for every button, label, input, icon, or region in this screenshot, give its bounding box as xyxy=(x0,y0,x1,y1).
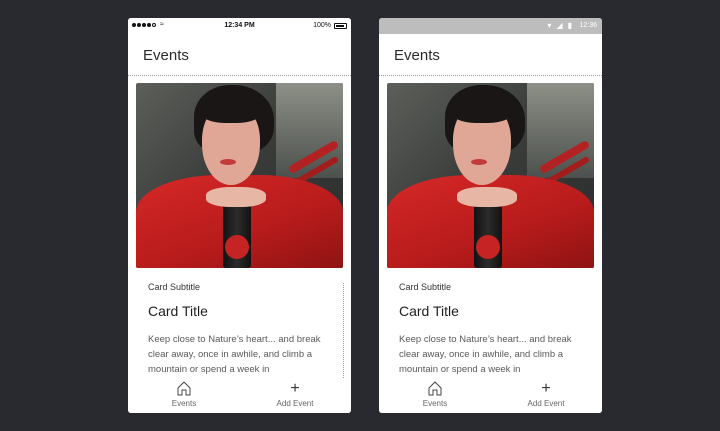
event-card[interactable]: Card Subtitle Card Title Keep close to N… xyxy=(387,83,594,381)
tab-events-label: Events xyxy=(171,399,197,408)
page-title: Events xyxy=(143,47,189,64)
home-icon xyxy=(390,380,480,398)
page-title: Events xyxy=(394,47,440,64)
app-header: Events xyxy=(128,34,351,76)
battery-percent: 100% xyxy=(313,22,331,29)
tab-events[interactable]: Events xyxy=(139,378,229,413)
tab-add-event[interactable]: + Add Event xyxy=(501,378,591,413)
status-time: 12:36 xyxy=(579,22,597,29)
wifi-icon: ▾ xyxy=(547,21,552,30)
plus-icon: + xyxy=(541,380,551,397)
tab-bar: Events + Add Event xyxy=(128,378,351,413)
card-subtitle: Card Subtitle xyxy=(399,282,452,292)
plus-icon: + xyxy=(290,380,300,397)
battery-icon: ▮ xyxy=(567,21,572,30)
card-subtitle: Card Subtitle xyxy=(148,282,201,292)
card-body-text: Keep close to Nature’s heart... and brea… xyxy=(399,334,572,375)
scroll-guide xyxy=(343,283,344,378)
tab-add-event-label: Add Event xyxy=(527,399,565,408)
signal-icon: ◢ xyxy=(556,21,563,30)
card-image xyxy=(387,83,594,268)
android-phone-preview: ▾ ◢ ▮ 12:36 Events Card Subtitle Card Ti… xyxy=(379,18,602,413)
card-image xyxy=(136,83,343,268)
android-status-bar: ▾ ◢ ▮ 12:36 xyxy=(379,18,602,34)
event-card[interactable]: Card Subtitle Card Title Keep close to N… xyxy=(136,83,343,381)
app-header: Events xyxy=(379,34,602,76)
tab-add-event[interactable]: + Add Event xyxy=(250,378,340,413)
tab-bar: Events + Add Event xyxy=(379,378,602,413)
home-icon xyxy=(139,380,229,398)
card-title: Card Title xyxy=(148,303,208,319)
tab-events[interactable]: Events xyxy=(390,378,480,413)
ios-phone-preview: ≈ 12:34 PM 100% Events Card Subtitle Car… xyxy=(128,18,351,413)
battery-icon xyxy=(334,23,347,29)
tab-events-label: Events xyxy=(422,399,448,408)
card-body-text: Keep close to Nature’s heart... and brea… xyxy=(148,334,321,375)
card-title: Card Title xyxy=(399,303,459,319)
ios-status-bar: ≈ 12:34 PM 100% xyxy=(128,18,351,34)
tab-add-event-label: Add Event xyxy=(276,399,314,408)
